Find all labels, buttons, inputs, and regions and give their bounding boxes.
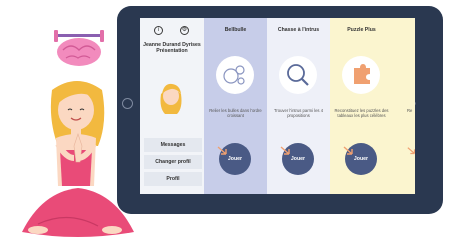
game-card-bellbulle: Bellbulle Relier les bulles dans l'ordre… (204, 18, 267, 194)
tablet-screen: i ⚙ Jeanne Durand Dyrises Présentation M… (140, 18, 415, 194)
game-description: Re (407, 108, 413, 113)
profile-name: Jeanne Durand Dyrises Présentation (143, 42, 201, 54)
game-badge (279, 56, 317, 94)
profile-button[interactable]: Profil (144, 172, 202, 186)
game-description: Relier les bulles dans l'ordre croissant (209, 108, 262, 118)
arrow-icon (407, 147, 415, 155)
brain-dumbbell-icon (54, 30, 104, 66)
info-icon[interactable]: i (154, 26, 163, 35)
magnifier-icon (287, 64, 309, 86)
puzzle-icon (354, 64, 370, 84)
game-description: Trouver l'intrus parmi les 4 proposition… (273, 108, 324, 118)
arrow-icon (280, 146, 290, 155)
game-title: Chasse à l'intrus (277, 27, 320, 33)
game-badge (216, 56, 254, 94)
profile-icons: i ⚙ (152, 26, 192, 36)
game-card-puzzle-plus: Puzzle Plus Reconstituez les puzzles des… (330, 18, 393, 194)
settings-icon[interactable]: ⚙ (180, 26, 189, 35)
change-profile-button[interactable]: Changer profil (144, 155, 202, 169)
arrow-icon (343, 146, 353, 155)
game-badge (342, 56, 380, 94)
game-card-chasse-intrus: Chasse à l'intrus Trouver l'intrus parmi… (267, 18, 330, 194)
game-title: Bellbulle (224, 27, 247, 33)
profile-column: i ⚙ Jeanne Durand Dyrises Présentation M… (140, 18, 204, 194)
arrow-icon (217, 146, 227, 155)
game-description: Reconstituez les puzzles des tableaux le… (334, 108, 389, 118)
home-button[interactable] (122, 98, 133, 109)
game-title: Puzzle Plus (347, 27, 376, 33)
bubbles-icon (223, 65, 245, 85)
messages-button[interactable]: Messages (144, 138, 202, 152)
avatar (160, 83, 182, 114)
game-card-partial: Re (393, 18, 415, 194)
